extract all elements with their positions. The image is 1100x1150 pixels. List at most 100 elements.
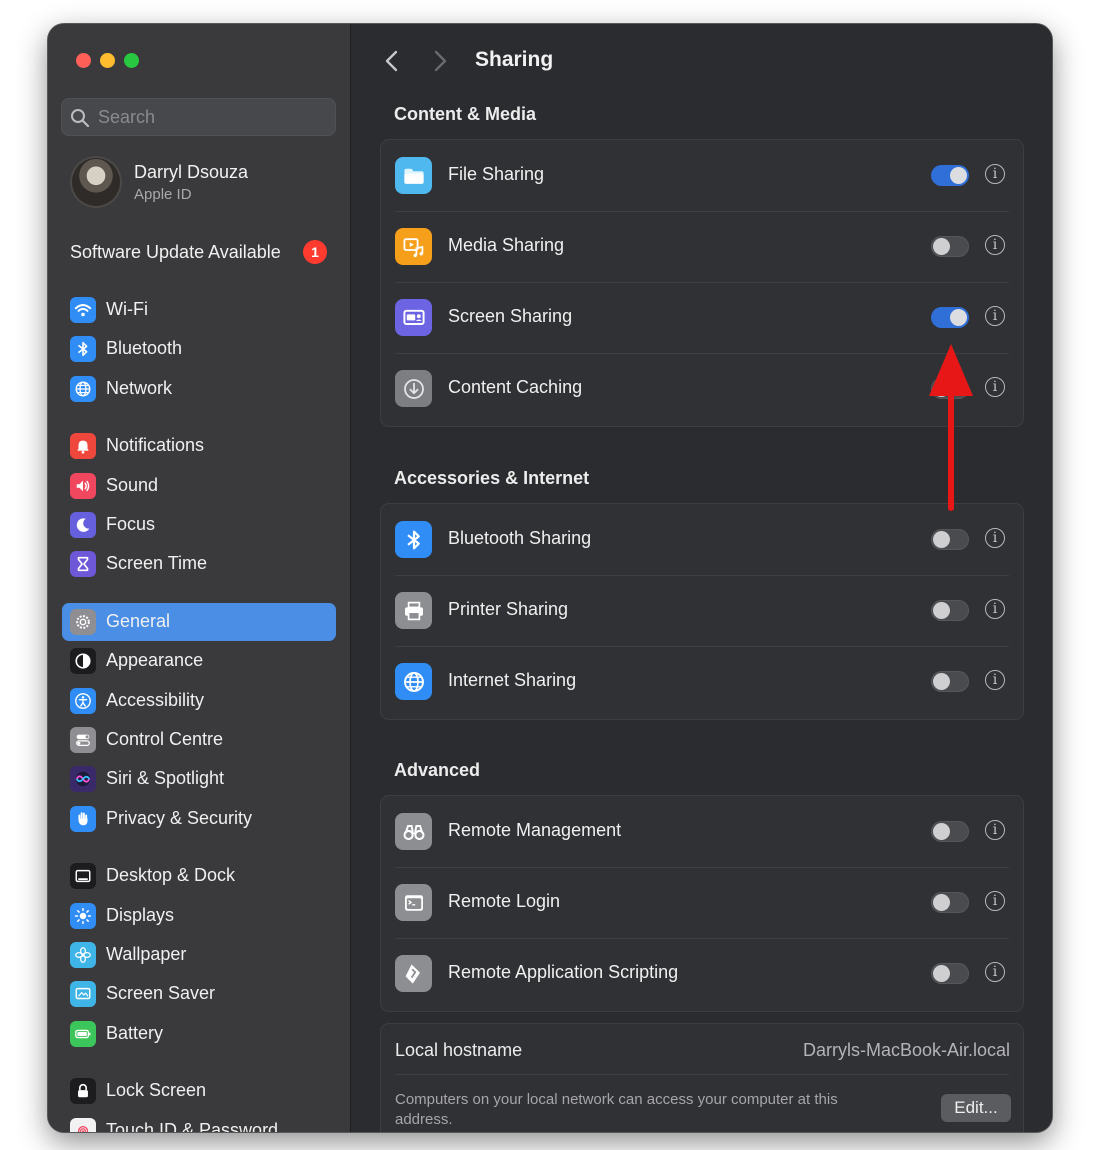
sidebar-item-touch-id-and-password[interactable]: Touch ID & Password xyxy=(62,1112,336,1132)
info-icon[interactable]: i xyxy=(985,670,1005,690)
hostname-label: Local hostname xyxy=(395,1040,523,1060)
sidebar-item-network[interactable]: Network xyxy=(62,370,336,408)
sidebar-item-control-centre[interactable]: Control Centre xyxy=(62,721,336,759)
fingerprint-icon xyxy=(70,1118,96,1132)
settings-window: Search Darryl Dsouza Apple ID Software U… xyxy=(48,24,1052,1132)
globe-icon xyxy=(395,663,432,700)
sidebar-item-desktop-and-dock[interactable]: Desktop & Dock xyxy=(62,857,336,895)
row-media-sharing: Media Sharing i xyxy=(381,211,1023,282)
globe-icon xyxy=(70,376,96,402)
sidebar-item-battery[interactable]: Battery xyxy=(62,1015,336,1053)
info-icon[interactable]: i xyxy=(985,306,1005,326)
sidebar: Search Darryl Dsouza Apple ID Software U… xyxy=(48,24,351,1132)
row-label: Remote Login xyxy=(448,891,561,911)
sidebar-item-sound[interactable]: Sound xyxy=(62,467,336,505)
sidebar-item-accessibility[interactable]: Accessibility xyxy=(62,682,336,720)
section-card: Remote Management i Remote Login i Remote Ap… xyxy=(380,795,1024,1012)
sidebar-item-focus[interactable]: Focus xyxy=(62,506,336,544)
profile-subtitle: Apple ID xyxy=(134,186,192,203)
sidebar-item-general[interactable]: General xyxy=(62,603,336,641)
content-caching-toggle[interactable] xyxy=(931,378,969,399)
media-icon xyxy=(395,228,432,265)
screen-sharing-toggle[interactable] xyxy=(931,307,969,328)
remote-application-scripting-toggle[interactable] xyxy=(931,963,969,984)
internet-sharing-toggle[interactable] xyxy=(931,671,969,692)
remote-management-toggle[interactable] xyxy=(931,821,969,842)
section-title: Content & Media xyxy=(394,104,536,124)
toggle-knob xyxy=(933,238,950,255)
page-title: Sharing xyxy=(475,48,554,71)
bluetooth-icon xyxy=(70,336,96,362)
accessibility-icon xyxy=(70,688,96,714)
back-button[interactable] xyxy=(381,48,407,74)
sidebar-item-lock-screen[interactable]: Lock Screen xyxy=(62,1072,336,1110)
minimize-window-button[interactable] xyxy=(100,53,115,68)
row-label: Remote Application Scripting xyxy=(448,962,679,982)
info-icon[interactable]: i xyxy=(985,377,1005,397)
flower-icon xyxy=(70,942,96,968)
toggle-knob xyxy=(950,167,967,184)
toggle-knob xyxy=(933,823,950,840)
bluetooth-sharing-toggle[interactable] xyxy=(931,529,969,550)
zoom-window-button[interactable] xyxy=(124,53,139,68)
close-window-button[interactable] xyxy=(76,53,91,68)
remote-login-toggle[interactable] xyxy=(931,892,969,913)
row-label: Bluetooth Sharing xyxy=(448,528,592,548)
lock-icon xyxy=(70,1078,96,1104)
info-icon[interactable]: i xyxy=(985,528,1005,548)
software-update-link[interactable]: Software Update Available xyxy=(70,242,281,263)
printer-icon xyxy=(395,592,432,629)
sidebar-item-notifications[interactable]: Notifications xyxy=(62,427,336,465)
row-screen-sharing: Screen Sharing i xyxy=(381,282,1023,353)
sidebar-item-privacy-and-security[interactable]: Privacy & Security xyxy=(62,800,336,838)
sidebar-item-label: Focus xyxy=(106,514,156,534)
sidebar-item-siri-and-spotlight[interactable]: Siri & Spotlight xyxy=(62,760,336,798)
row-label: Internet Sharing xyxy=(448,670,577,690)
row-label: Media Sharing xyxy=(448,235,565,255)
media-sharing-toggle[interactable] xyxy=(931,236,969,257)
sidebar-item-label: Privacy & Security xyxy=(106,808,253,828)
sidebar-item-screen-time[interactable]: Screen Time xyxy=(62,545,336,583)
info-icon[interactable]: i xyxy=(985,599,1005,619)
hand-icon xyxy=(70,806,96,832)
avatar xyxy=(70,156,122,208)
sidebar-item-label: Screen Time xyxy=(106,553,208,573)
sidebar-item-label: Siri & Spotlight xyxy=(106,768,225,788)
sidebar-item-label: Notifications xyxy=(106,435,205,455)
screen-sharing-icon xyxy=(395,299,432,336)
info-icon[interactable]: i xyxy=(985,164,1005,184)
row-printer-sharing: Printer Sharing i xyxy=(381,575,1023,646)
info-icon[interactable]: i xyxy=(985,820,1005,840)
file-sharing-toggle[interactable] xyxy=(931,165,969,186)
toggle-knob xyxy=(933,602,950,619)
sidebar-item-label: Desktop & Dock xyxy=(106,865,236,885)
sidebar-item-label: Displays xyxy=(106,905,175,925)
traffic-lights xyxy=(76,53,139,68)
gear-icon xyxy=(70,609,96,635)
search-input[interactable]: Search xyxy=(61,98,336,136)
toggle-knob xyxy=(933,894,950,911)
forward-button[interactable] xyxy=(426,48,452,74)
row-remote-application-scripting: Remote Application Scripting i xyxy=(381,938,1023,1009)
sidebar-item-label: Network xyxy=(106,378,173,398)
desktop-icon xyxy=(70,863,96,889)
sidebar-item-wallpaper[interactable]: Wallpaper xyxy=(62,936,336,974)
info-icon[interactable]: i xyxy=(985,962,1005,982)
sidebar-item-screen-saver[interactable]: Screen Saver xyxy=(62,975,336,1013)
info-icon[interactable]: i xyxy=(985,891,1005,911)
edit-hostname-button[interactable]: Edit... xyxy=(941,1094,1011,1122)
sidebar-item-appearance[interactable]: Appearance xyxy=(62,642,336,680)
row-label: Content Caching xyxy=(448,377,583,397)
toggle-knob xyxy=(933,380,950,397)
sidebar-item-displays[interactable]: Displays xyxy=(62,897,336,935)
bell-icon xyxy=(70,433,96,459)
sidebar-item-label: Lock Screen xyxy=(106,1080,207,1100)
printer-sharing-toggle[interactable] xyxy=(931,600,969,621)
row-label: File Sharing xyxy=(448,164,545,184)
sidebar-item-bluetooth[interactable]: Bluetooth xyxy=(62,330,336,368)
sidebar-item-wi-fi[interactable]: Wi-Fi xyxy=(62,291,336,329)
info-icon[interactable]: i xyxy=(985,235,1005,255)
bluetooth-icon xyxy=(395,521,432,558)
row-remote-management: Remote Management i xyxy=(381,796,1023,867)
sidebar-item-label: Control Centre xyxy=(106,729,224,749)
